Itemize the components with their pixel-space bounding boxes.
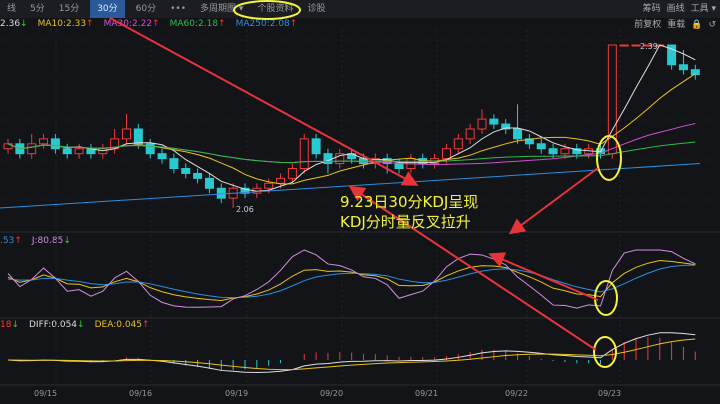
date-label: 09/16 (129, 389, 153, 398)
highlight-circle (233, 0, 301, 20)
highlight-circle (594, 280, 618, 316)
candle-body (394, 163, 404, 169)
candle-body (264, 182, 274, 189)
red-arrow (109, 17, 419, 186)
candle-body (74, 148, 84, 155)
candle-body (193, 172, 203, 179)
ma10-line (7, 73, 696, 185)
high-price-label: 2.39 (640, 42, 658, 51)
low-price-label: 2.06 (236, 205, 254, 214)
date-label: 09/21 (415, 389, 439, 398)
candle-body (513, 128, 523, 140)
date-label: 09/15 (34, 389, 58, 398)
candle-body (489, 118, 499, 125)
candle-body (453, 138, 463, 150)
candle-body (299, 138, 309, 169)
ma5-line (7, 44, 696, 192)
candle-body (50, 138, 60, 150)
candle-body (157, 153, 167, 160)
candle-body (560, 148, 570, 155)
annotation-text: 9.23日30分KDJ呈现 KDJ分时量反叉拉升 (340, 192, 478, 232)
annotation-line1: 9.23日30分KDJ呈现 (340, 193, 479, 211)
date-label: 09/23 (598, 389, 622, 398)
kdj-j-line (7, 249, 696, 309)
candle-body (441, 148, 451, 160)
candle-body (287, 168, 297, 179)
date-label: 09/19 (225, 389, 249, 398)
kdj-k-line (7, 259, 696, 301)
annotation-line2: KDJ分时量反叉拉升 (340, 213, 471, 231)
candle-body (477, 118, 487, 130)
candle-body (548, 148, 558, 155)
candle-body (276, 177, 286, 184)
candle-body (631, 44, 641, 47)
candle-body (133, 128, 143, 145)
candle-body (323, 153, 333, 165)
candle-body (536, 143, 546, 150)
candle-body (311, 138, 321, 155)
candle-body (122, 128, 131, 140)
date-label: 09/20 (320, 389, 344, 398)
candle-body (216, 187, 226, 199)
candle-body (204, 177, 214, 189)
candle-body (181, 168, 191, 174)
candle-body (169, 158, 179, 169)
candle-body (465, 128, 475, 140)
date-label: 09/22 (505, 389, 529, 398)
candle-body (39, 138, 49, 145)
candle-body (678, 64, 688, 71)
candle-body (619, 44, 629, 47)
candle-body (62, 148, 72, 155)
red-arrow (488, 252, 599, 301)
candle-body (27, 143, 37, 155)
